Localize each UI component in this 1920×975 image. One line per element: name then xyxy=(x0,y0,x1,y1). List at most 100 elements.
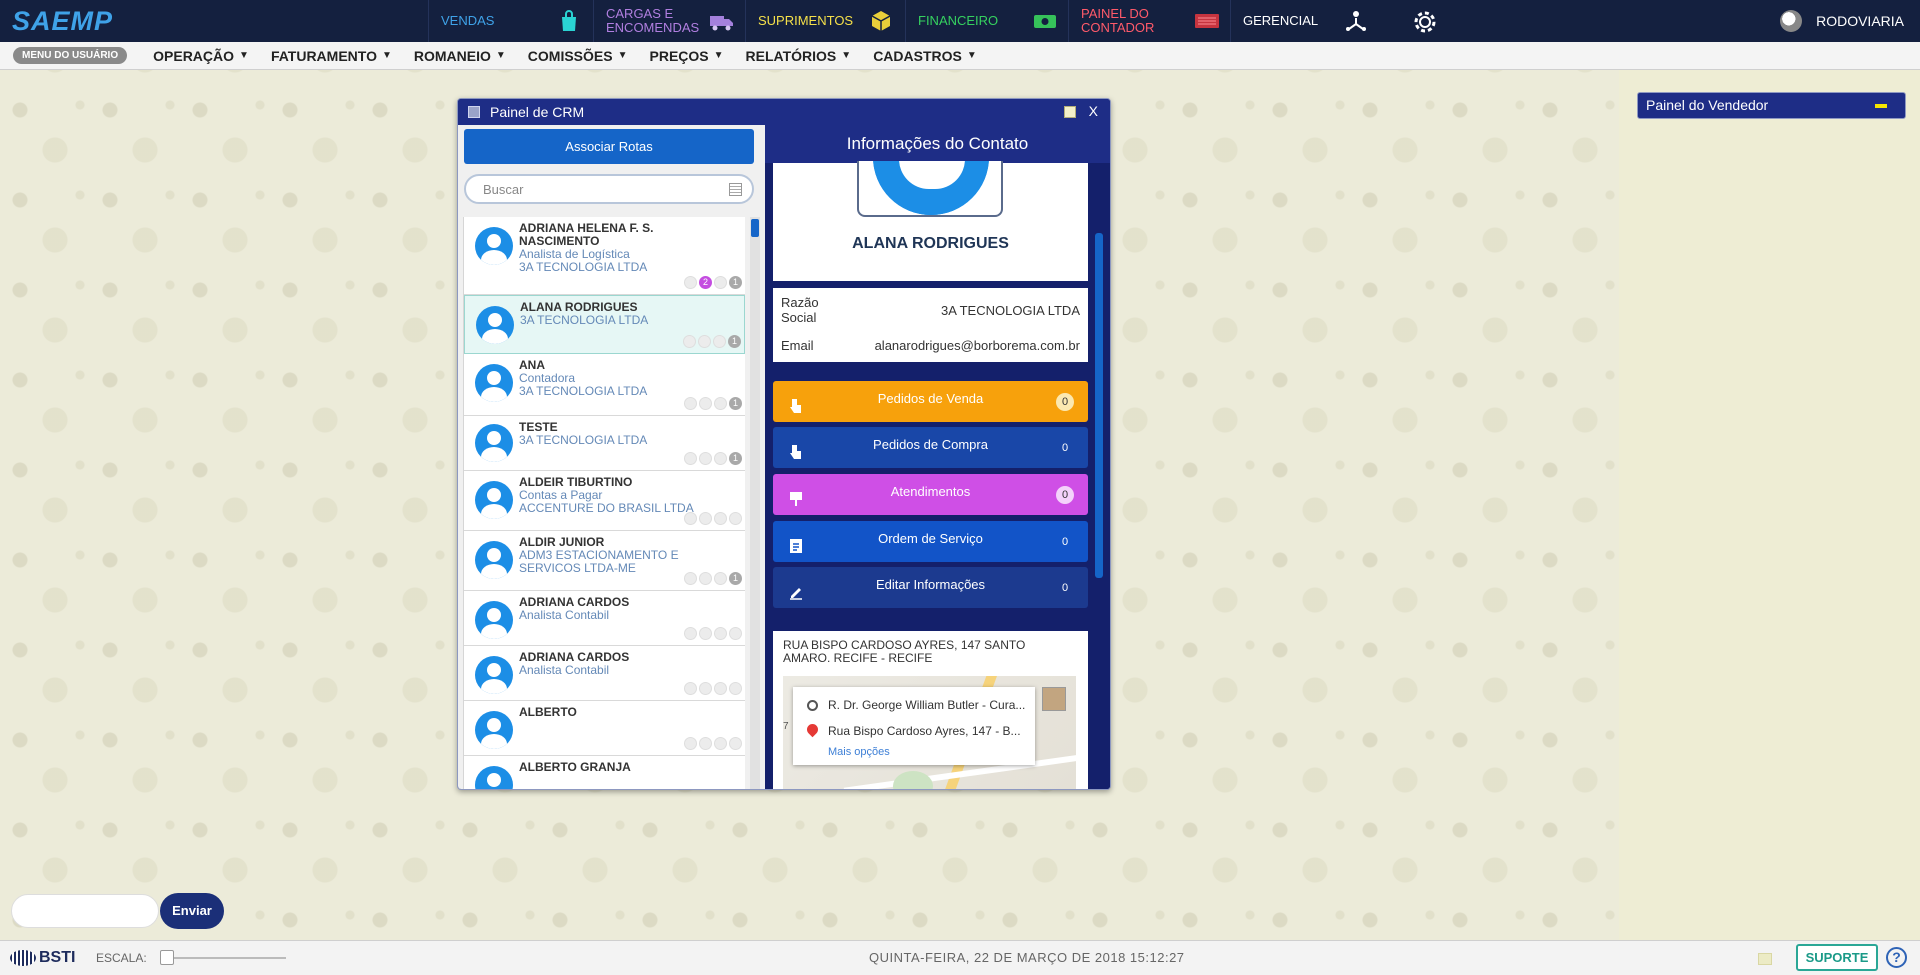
help-icon[interactable]: ? xyxy=(1886,947,1907,968)
vendor-panel-header[interactable]: Painel do Vendedor xyxy=(1637,92,1906,119)
status-badge: 2 xyxy=(699,276,712,289)
street-view-icon[interactable] xyxy=(1042,687,1066,711)
pencil-icon xyxy=(789,578,803,600)
module-suprimentos[interactable]: SUPRIMENTOS xyxy=(745,0,905,42)
list-item[interactable]: ADRIANA CARDOS Analista Contabil xyxy=(464,591,745,646)
list-item[interactable]: ALBERTO xyxy=(464,701,745,756)
list-item[interactable]: TESTE 3A TECNOLOGIA LTDA 1 xyxy=(464,416,745,471)
menu-romaneio[interactable]: ROMANEIO ▼ xyxy=(414,48,506,64)
module-financeiro[interactable]: FINANCEIRO xyxy=(905,0,1068,42)
count-badge: 0 xyxy=(1061,442,1069,454)
kiosk-icon xyxy=(789,485,803,506)
more-options-link[interactable]: Mais opções xyxy=(828,746,890,758)
menu-precos[interactable]: PREÇOS ▼ xyxy=(650,48,724,64)
menu-label: FATURAMENTO xyxy=(270,47,377,64)
action-label: Editar Informações xyxy=(875,577,986,592)
menu-faturamento[interactable]: FATURAMENTO ▼ xyxy=(271,48,392,64)
scale-label: ESCALA: xyxy=(96,951,147,965)
purchase-orders-button[interactable]: Pedidos de Compra 0 xyxy=(773,427,1088,468)
contact-list-scrollbar[interactable] xyxy=(750,217,760,789)
status-dot xyxy=(684,512,697,525)
menu-operacao[interactable]: OPERAÇÃO ▼ xyxy=(153,48,249,64)
menu-relatorios[interactable]: RELATÓRIOS ▼ xyxy=(746,48,852,64)
edit-info-button[interactable]: Editar Informações 0 xyxy=(773,567,1088,608)
status-badge: 1 xyxy=(729,452,742,465)
support-button[interactable]: SUPORTE xyxy=(1796,944,1878,971)
route-map[interactable]: 7 R. Dr. George William Butler - Cura...… xyxy=(783,676,1076,789)
close-button[interactable]: X xyxy=(1089,103,1098,119)
list-item[interactable]: ALANA RODRIGUES 3A TECNOLOGIA LTDA 1 xyxy=(464,295,745,354)
module-label: FINANCEIRO xyxy=(918,13,999,28)
hand-icon xyxy=(789,392,803,413)
status-badges: 1 xyxy=(684,452,742,465)
module-painel-contador[interactable]: PAINEL DO CONTADOR xyxy=(1068,0,1230,42)
status-dot xyxy=(714,737,727,750)
list-item[interactable]: ALBERTO GRANJA xyxy=(464,756,745,789)
sales-orders-button[interactable]: Pedidos de Venda 0 xyxy=(773,381,1088,422)
associate-routes-button[interactable]: Associar Rotas xyxy=(464,129,754,164)
status-dot xyxy=(699,737,712,750)
settings-button[interactable] xyxy=(1400,0,1460,42)
menu-comissoes[interactable]: COMISSÕES ▼ xyxy=(528,48,628,64)
status-badge: 1 xyxy=(728,335,741,348)
top-bar: SAEMP VENDAS CARGAS E ENCOMENDAS SUPRIME… xyxy=(0,0,1920,42)
crm-window: Painel de CRM X Associar Rotas Buscar AD… xyxy=(457,98,1111,790)
status-badge: 1 xyxy=(729,397,742,410)
address-text: RUA BISPO CARDOSO AYRES, 147 SANTO AMARO… xyxy=(783,638,1026,665)
crm-titlebar[interactable]: Painel de CRM X xyxy=(458,99,1110,125)
slider-handle[interactable] xyxy=(160,950,174,965)
minimize-icon[interactable] xyxy=(1875,104,1887,108)
work-order-button[interactable]: Ordem de Serviço 0 xyxy=(773,521,1088,562)
status-dot xyxy=(714,452,727,465)
status-dot xyxy=(714,572,727,585)
avatar xyxy=(475,227,513,265)
module-label: SUPRIMENTOS xyxy=(758,13,854,28)
notepad-icon[interactable] xyxy=(1758,953,1772,965)
search-field[interactable]: Buscar xyxy=(464,174,754,204)
scale-slider[interactable] xyxy=(160,950,286,965)
status-badge: 1 xyxy=(729,276,742,289)
caret-down-icon: ▼ xyxy=(381,50,392,61)
list-item[interactable]: ANA Contadora 3A TECNOLOGIA LTDA 1 xyxy=(464,354,745,416)
email-value[interactable]: alanarodrigues@borborema.com.br xyxy=(875,338,1080,353)
list-item[interactable]: ALDEIR TIBURTINO Contas a Pagar ACCENTUR… xyxy=(464,471,745,531)
scrollbar-thumb[interactable] xyxy=(1095,233,1103,578)
app-logo[interactable]: SAEMP xyxy=(12,6,113,37)
contact-info-pane: Informações do Contato ALANA RODRIGUES R… xyxy=(765,125,1110,789)
contact-info-scrollbar[interactable] xyxy=(1095,163,1103,789)
caret-down-icon: ▼ xyxy=(495,50,506,61)
list-item[interactable]: ALDIR JUNIOR ADM3 ESTACIONAMENTO E SERVI… xyxy=(464,531,745,591)
minimize-button[interactable] xyxy=(1064,106,1076,118)
status-dot xyxy=(714,397,727,410)
menu-cadastros[interactable]: CADASTROS ▼ xyxy=(873,48,977,64)
module-gerencial[interactable]: GERENCIAL xyxy=(1230,0,1380,42)
module-vendas[interactable]: VENDAS xyxy=(428,0,593,42)
map-origin: R. Dr. George William Butler - Cura... xyxy=(828,698,1026,712)
profile-photo[interactable] xyxy=(857,161,1003,217)
globe-icon[interactable] xyxy=(1780,10,1803,32)
contact-role: Analista Contabil xyxy=(519,663,610,677)
service-tickets-button[interactable]: Atendimentos 0 xyxy=(773,474,1088,515)
status-dot xyxy=(684,452,697,465)
contact-details: Razão Social 3A TECNOLOGIA LTDA Email al… xyxy=(773,288,1088,362)
scrollbar-thumb[interactable] xyxy=(751,219,759,237)
contact-name: ALBERTO GRANJA xyxy=(519,760,631,774)
status-dot xyxy=(684,627,697,640)
list-item[interactable]: ADRIANA HELENA F. S. NASCIMENTO Analista… xyxy=(464,217,745,295)
avatar xyxy=(476,306,514,344)
chat-input[interactable] xyxy=(11,894,159,928)
user-menu-button[interactable]: MENU DO USUÁRIO xyxy=(13,47,128,64)
map-park xyxy=(893,771,933,789)
crm-title: Painel de CRM xyxy=(490,104,585,120)
calculator-icon xyxy=(1194,9,1219,33)
status-dot xyxy=(699,572,712,585)
contact-role: Analista Contabil xyxy=(519,608,610,622)
company-name[interactable]: RODOVIARIA xyxy=(1816,13,1904,29)
contact-name: ADRIANA HELENA F. S. NASCIMENTO xyxy=(519,221,654,248)
count-badge: 0 xyxy=(1061,582,1069,594)
list-icon[interactable] xyxy=(729,183,742,196)
send-button[interactable]: Enviar xyxy=(160,893,224,929)
module-cargas-encomendas[interactable]: CARGAS E ENCOMENDAS xyxy=(593,0,745,42)
status-badges xyxy=(684,512,742,525)
list-item[interactable]: ADRIANA CARDOS Analista Contabil xyxy=(464,646,745,701)
